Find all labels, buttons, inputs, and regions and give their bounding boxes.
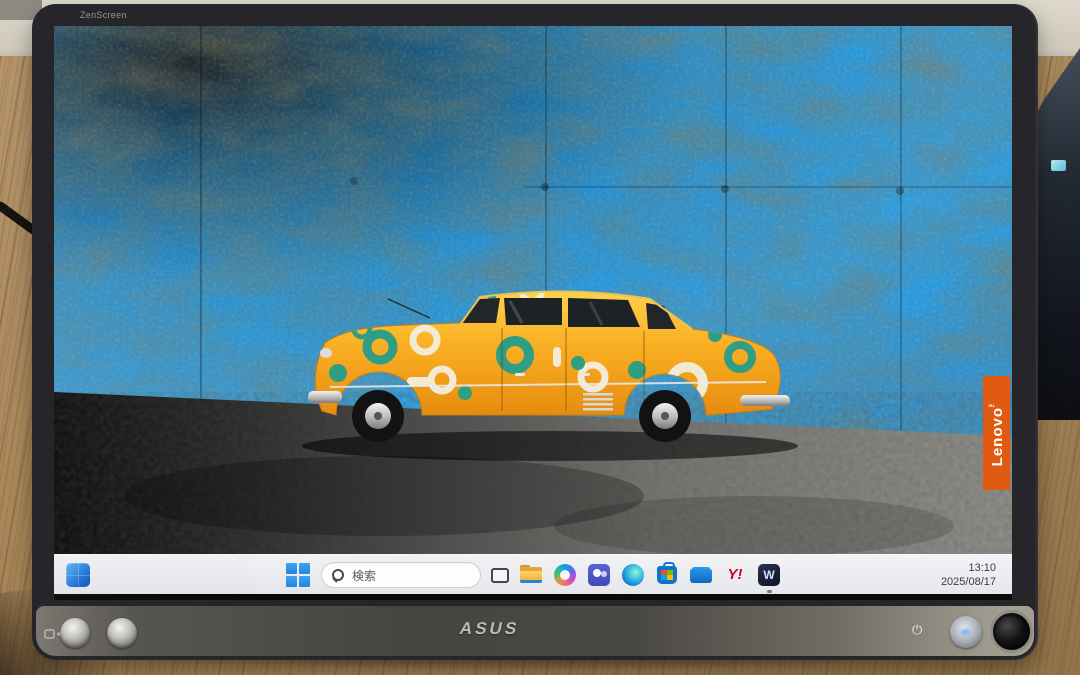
power-symbol: ⏻	[912, 622, 922, 638]
mount-hole	[990, 610, 1033, 653]
search-input[interactable]: 検索	[321, 562, 481, 588]
asus-logo: ASUS	[458, 619, 521, 639]
widgets-icon[interactable]	[66, 563, 90, 587]
file-explorer-icon[interactable]	[519, 563, 543, 587]
laptop-sticker	[1051, 160, 1066, 171]
monitor-select-button[interactable]	[107, 618, 137, 648]
photo-scene: ZenScreen	[0, 0, 1080, 675]
task-view-icon[interactable]	[491, 568, 509, 583]
search-placeholder: 検索	[352, 567, 376, 584]
clock-date: 2025/08/17	[941, 575, 996, 589]
desktop-wallpaper	[54, 26, 1012, 600]
trademark-symbol: ™	[988, 399, 995, 407]
windows-start-button[interactable]	[286, 563, 311, 588]
media-app-icon[interactable]: W	[757, 563, 781, 587]
running-indicator	[767, 590, 772, 593]
clock-time: 13:10	[941, 561, 996, 575]
monitor-power-button[interactable]	[950, 616, 982, 648]
taskbar-center-group: 検索 Y! W	[286, 559, 781, 591]
windows-start-icon	[286, 563, 297, 574]
power-led	[961, 629, 970, 635]
lenovo-badge: Lenovo™	[983, 376, 1010, 490]
mail-icon[interactable]	[689, 563, 713, 587]
yahoo-japan-icon[interactable]: Y!	[723, 563, 747, 587]
monitor-bottom-bar: ASUS ⏻	[36, 606, 1034, 656]
screen-bottom-edge	[54, 594, 1012, 600]
monitor-menu-button[interactable]	[60, 618, 90, 648]
windows-taskbar: 検索 Y! W	[54, 554, 1012, 594]
zenscreen-monitor: ZenScreen	[32, 4, 1038, 660]
monitor-brand-label: ZenScreen	[80, 10, 127, 20]
copilot-icon[interactable]	[553, 563, 577, 587]
lenovo-badge-text: Lenovo™	[988, 399, 1005, 466]
display-screen: Lenovo™ 検索	[54, 26, 1012, 600]
search-icon	[332, 569, 344, 581]
microsoft-store-icon[interactable]	[655, 563, 679, 587]
teams-icon[interactable]	[587, 563, 611, 587]
edge-icon[interactable]	[621, 563, 645, 587]
taskbar-clock[interactable]: 13:10 2025/08/17	[941, 561, 996, 589]
